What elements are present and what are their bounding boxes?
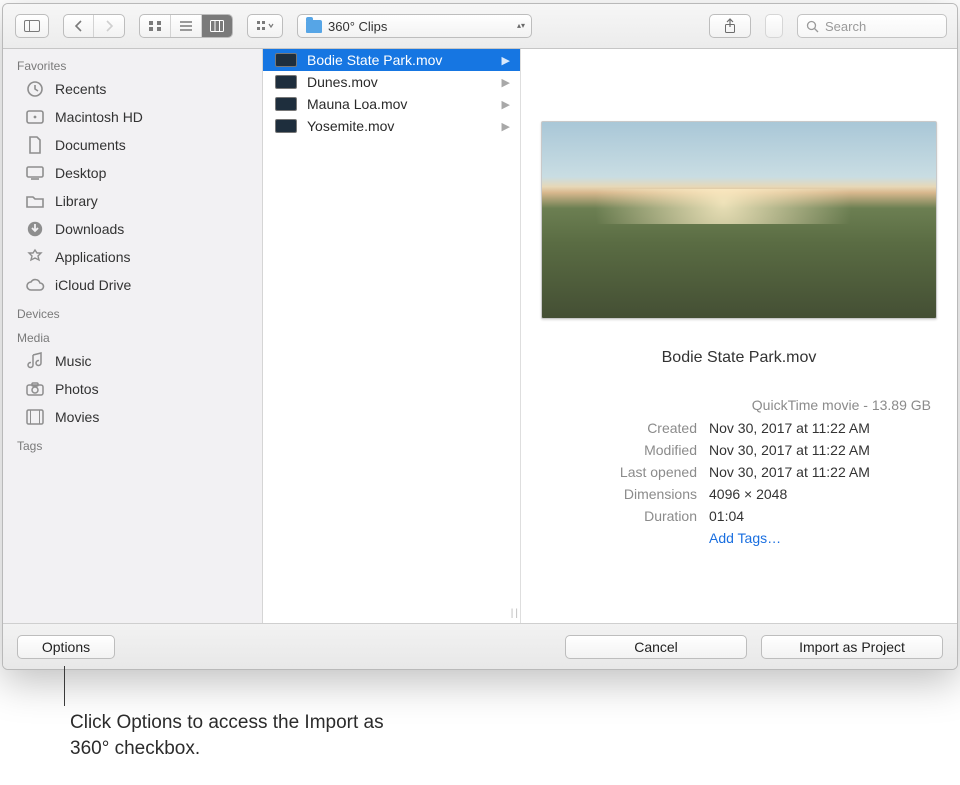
toolbar: 360° Clips ▴▾ Search: [3, 4, 957, 49]
view-switcher: [139, 14, 233, 38]
folder-icon: [25, 192, 45, 210]
meta-value-last-opened: Nov 30, 2017 at 11:22 AM: [709, 461, 931, 483]
chevron-right-icon: ▶: [502, 54, 510, 67]
download-icon: [25, 220, 45, 238]
desktop-icon: [25, 164, 45, 182]
file-row[interactable]: Dunes.mov ▶: [263, 71, 520, 93]
path-folder-name: 360° Clips: [328, 19, 387, 34]
meta-value-created: Nov 30, 2017 at 11:22 AM: [709, 417, 931, 439]
meta-value-modified: Nov 30, 2017 at 11:22 AM: [709, 439, 931, 461]
chevron-updown-icon: ▴▾: [517, 23, 525, 29]
camera-icon: [25, 380, 45, 398]
file-row[interactable]: Mauna Loa.mov ▶: [263, 93, 520, 115]
preview-filename: Bodie State Park.mov: [537, 349, 941, 367]
sidebar-heading-favorites: Favorites: [3, 57, 262, 75]
search-field[interactable]: Search: [797, 14, 947, 38]
sidebar-icon: [16, 15, 48, 37]
movie-thumb-icon: [275, 53, 297, 67]
path-dropdown[interactable]: 360° Clips ▴▾: [297, 14, 532, 38]
sidebar-item-library[interactable]: Library: [3, 187, 262, 215]
sidebar-item-macintosh-hd[interactable]: Macintosh HD: [3, 103, 262, 131]
sidebar-item-icloud-drive[interactable]: iCloud Drive: [3, 271, 262, 299]
meta-label-created: Created: [537, 417, 697, 439]
meta-label-modified: Modified: [537, 439, 697, 461]
column-view-button[interactable]: [202, 15, 232, 37]
meta-label-dimensions: Dimensions: [537, 483, 697, 505]
sidebar-item-recents[interactable]: Recents: [3, 75, 262, 103]
folder-icon: [306, 20, 322, 33]
meta-value-dimensions: 4096 × 2048: [709, 483, 931, 505]
divider-segment: [765, 14, 783, 38]
meta-value-duration: 01:04: [709, 505, 931, 527]
chevron-right-icon: ▶: [502, 98, 510, 111]
preview-thumbnail: [541, 121, 937, 319]
dialog-footer: Options Cancel Import as Project: [3, 623, 957, 669]
share-button[interactable]: [709, 14, 751, 38]
search-icon: [806, 20, 819, 33]
chevron-right-icon: ▶: [502, 120, 510, 133]
preview-metadata: QuickTime movie - 13.89 GB Created Nov 3…: [537, 397, 941, 549]
options-button[interactable]: Options: [17, 635, 115, 659]
meta-label-duration: Duration: [537, 505, 697, 527]
disk-icon: [25, 108, 45, 126]
annotation-leader-line: [64, 666, 65, 706]
back-button[interactable]: [64, 15, 94, 37]
open-dialog: 360° Clips ▴▾ Search Favorites Recents M…: [2, 3, 958, 670]
sidebar: Favorites Recents Macintosh HD Documents…: [3, 49, 263, 623]
movie-thumb-icon: [275, 119, 297, 133]
sidebar-item-photos[interactable]: Photos: [3, 375, 262, 403]
forward-button[interactable]: [94, 15, 124, 37]
film-icon: [25, 408, 45, 426]
file-column: Bodie State Park.mov ▶ Dunes.mov ▶ Mauna…: [263, 49, 521, 623]
sidebar-item-documents[interactable]: Documents: [3, 131, 262, 159]
preview-type-size: QuickTime movie - 13.89 GB: [537, 397, 931, 413]
sidebar-heading-tags: Tags: [3, 437, 262, 455]
sidebar-heading-media: Media: [3, 329, 262, 347]
file-name: Bodie State Park.mov: [307, 52, 442, 68]
nav-back-forward: [63, 14, 125, 38]
sidebar-heading-devices: Devices: [3, 305, 262, 323]
applications-icon: [25, 248, 45, 266]
file-name: Dunes.mov: [307, 74, 378, 90]
sidebar-item-applications[interactable]: Applications: [3, 243, 262, 271]
file-row[interactable]: Bodie State Park.mov ▶: [263, 49, 520, 71]
sidebar-item-music[interactable]: Music: [3, 347, 262, 375]
movie-thumb-icon: [275, 97, 297, 111]
add-tags-link[interactable]: Add Tags…: [709, 527, 931, 549]
sidebar-item-movies[interactable]: Movies: [3, 403, 262, 431]
file-name: Mauna Loa.mov: [307, 96, 407, 112]
list-view-button[interactable]: [171, 15, 202, 37]
dialog-body: Favorites Recents Macintosh HD Documents…: [3, 49, 957, 623]
document-icon: [25, 136, 45, 154]
column-resize-handle[interactable]: ||: [511, 608, 520, 619]
group-by-button[interactable]: [247, 14, 283, 38]
icon-view-button[interactable]: [140, 15, 171, 37]
file-row[interactable]: Yosemite.mov ▶: [263, 115, 520, 137]
chevron-right-icon: ▶: [502, 76, 510, 89]
clock-icon: [25, 80, 45, 98]
import-as-project-button[interactable]: Import as Project: [761, 635, 943, 659]
search-placeholder: Search: [825, 19, 866, 34]
preview-pane: Bodie State Park.mov QuickTime movie - 1…: [521, 49, 957, 623]
sidebar-item-downloads[interactable]: Downloads: [3, 215, 262, 243]
annotation-text: Click Options to access the Import as 36…: [70, 710, 410, 762]
movie-thumb-icon: [275, 75, 297, 89]
sidebar-item-desktop[interactable]: Desktop: [3, 159, 262, 187]
file-name: Yosemite.mov: [307, 118, 394, 134]
sidebar-toggle-button[interactable]: [15, 14, 49, 38]
cloud-icon: [25, 276, 45, 294]
cancel-button[interactable]: Cancel: [565, 635, 747, 659]
music-icon: [25, 352, 45, 370]
meta-label-last-opened: Last opened: [537, 461, 697, 483]
